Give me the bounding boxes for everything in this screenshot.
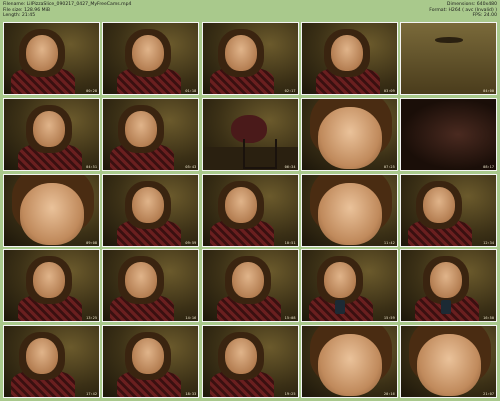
thumbnail-frame: 11:42	[300, 173, 398, 247]
frame-timestamp: 13:25	[86, 316, 97, 321]
length-value: 21:45	[21, 13, 36, 19]
filename-label: Filename:	[3, 2, 26, 7]
face	[132, 338, 165, 374]
thumbnail-frame: 04:00	[400, 22, 497, 95]
thumbnail-frame: 09:08	[3, 173, 100, 247]
thumbnail-frame: 07:25	[300, 97, 398, 171]
thumbnail-frame: 03:09	[300, 22, 398, 95]
frame-timestamp: 21:07	[483, 392, 494, 396]
thumbnail-frame: 01:18	[102, 22, 200, 95]
face	[330, 35, 363, 71]
thumbnail-frame: 05:43	[102, 97, 200, 171]
frame-timestamp: 04:51	[86, 164, 97, 169]
frame-timestamp: 19:25	[284, 392, 296, 396]
face	[231, 262, 264, 299]
frame-timestamp: 18:33	[185, 392, 197, 396]
frame-timestamp: 15:08	[284, 316, 296, 321]
face	[132, 186, 165, 223]
phone	[441, 300, 451, 315]
thumbnail-frame: 12:34	[400, 173, 497, 247]
thumbnail-frame: 21:07	[400, 325, 497, 398]
face	[423, 186, 455, 223]
frame-timestamp: 03:09	[383, 89, 395, 93]
info-right: Dimensions: 640x480 Format: H264 ( avc (…	[429, 2, 497, 19]
frame-timestamp: 20:16	[383, 392, 395, 396]
face	[224, 186, 257, 223]
frame-timestamp: 09:59	[185, 240, 197, 245]
thumbnail-frame: 19:25	[201, 325, 299, 398]
frame-timestamp: 14:16	[185, 316, 197, 321]
face	[132, 35, 165, 71]
face	[417, 334, 481, 396]
thumbnail-frame: 20:16	[300, 325, 398, 398]
frame-timestamp: 06:34	[284, 164, 296, 169]
face	[317, 334, 382, 396]
frame-timestamp: 01:18	[185, 89, 197, 93]
thumbnail-frame: 04:51	[3, 97, 100, 171]
face	[26, 35, 58, 71]
ceiling-fan	[435, 37, 463, 43]
frame-timestamp: 12:34	[483, 240, 494, 245]
dark-overlay	[401, 98, 496, 170]
frame-timestamp: 15:59	[383, 316, 395, 321]
filesize-label: File size:	[3, 7, 23, 13]
length-label: Length:	[3, 13, 21, 19]
face	[26, 338, 58, 374]
thumbnail-frame: 08:17	[400, 97, 497, 171]
fps-value: 24.00	[483, 13, 497, 19]
frame-timestamp: 02:17	[284, 89, 296, 93]
length-line: Length: 21:45	[3, 13, 131, 19]
format-label: Format:	[429, 7, 447, 13]
face	[20, 182, 84, 245]
frame-timestamp: 09:08	[86, 240, 97, 245]
thumbnail-frame: 18:33	[102, 325, 200, 398]
format-value: H264 ( avc (Invalid) )	[448, 7, 497, 13]
face	[430, 262, 462, 299]
frame-timestamp: 10:51	[284, 240, 296, 245]
face	[33, 110, 65, 147]
frame-timestamp: 08:17	[483, 164, 494, 169]
thumbnail-frame: 13:25	[3, 249, 100, 323]
chair	[242, 138, 277, 169]
thumbnail-frame: 15:08	[201, 249, 299, 323]
thumbnail-grid: 00:28 01:18 02:17 03:09 04:00 04:51 05:43 06:34…	[3, 22, 497, 398]
filename-value: LilPizzaSlice_090217_0427_MyFreeCams.mp4	[26, 2, 132, 7]
frame-timestamp: 16:50	[483, 316, 494, 321]
thumbnail-frame: 16:50	[400, 249, 497, 323]
thumbnail-frame: 09:59	[102, 173, 200, 247]
thumbnail-frame: 00:28	[3, 22, 100, 95]
fps-line: FPS: 24.00	[429, 13, 497, 19]
info-header: Filename: LilPizzaSlice_090217_0427_MyFr…	[0, 0, 500, 20]
room-wall	[401, 23, 496, 94]
thumbnail-frame: 02:17	[201, 22, 299, 95]
face	[317, 182, 382, 245]
thumbnail-frame: 14:16	[102, 249, 200, 323]
thumbnail-frame: 10:51	[201, 173, 299, 247]
fps-label: FPS:	[472, 13, 483, 19]
frame-timestamp: 11:42	[383, 240, 395, 245]
thumbnail-frame: 15:59	[300, 249, 398, 323]
frame-timestamp: 00:28	[86, 89, 97, 93]
dimensions-value: 640x480	[476, 2, 497, 7]
face	[125, 262, 158, 299]
dimensions-label: Dimensions:	[446, 2, 476, 7]
frame-timestamp: 07:25	[383, 164, 395, 169]
frame-timestamp: 05:43	[185, 164, 197, 169]
thumbnail-frame: 06:34	[201, 97, 299, 171]
face	[323, 262, 356, 299]
face	[33, 262, 65, 299]
frame-timestamp: 04:00	[483, 89, 494, 93]
face	[317, 106, 382, 169]
face	[125, 110, 158, 147]
phone	[334, 300, 345, 315]
frame-timestamp: 17:42	[86, 392, 97, 396]
filesize-value: 128.96 MiB	[24, 7, 51, 13]
face	[224, 338, 257, 374]
thumbnail-frame: 17:42	[3, 325, 100, 398]
face	[224, 35, 257, 71]
info-left: Filename: LilPizzaSlice_090217_0427_MyFr…	[3, 2, 131, 19]
